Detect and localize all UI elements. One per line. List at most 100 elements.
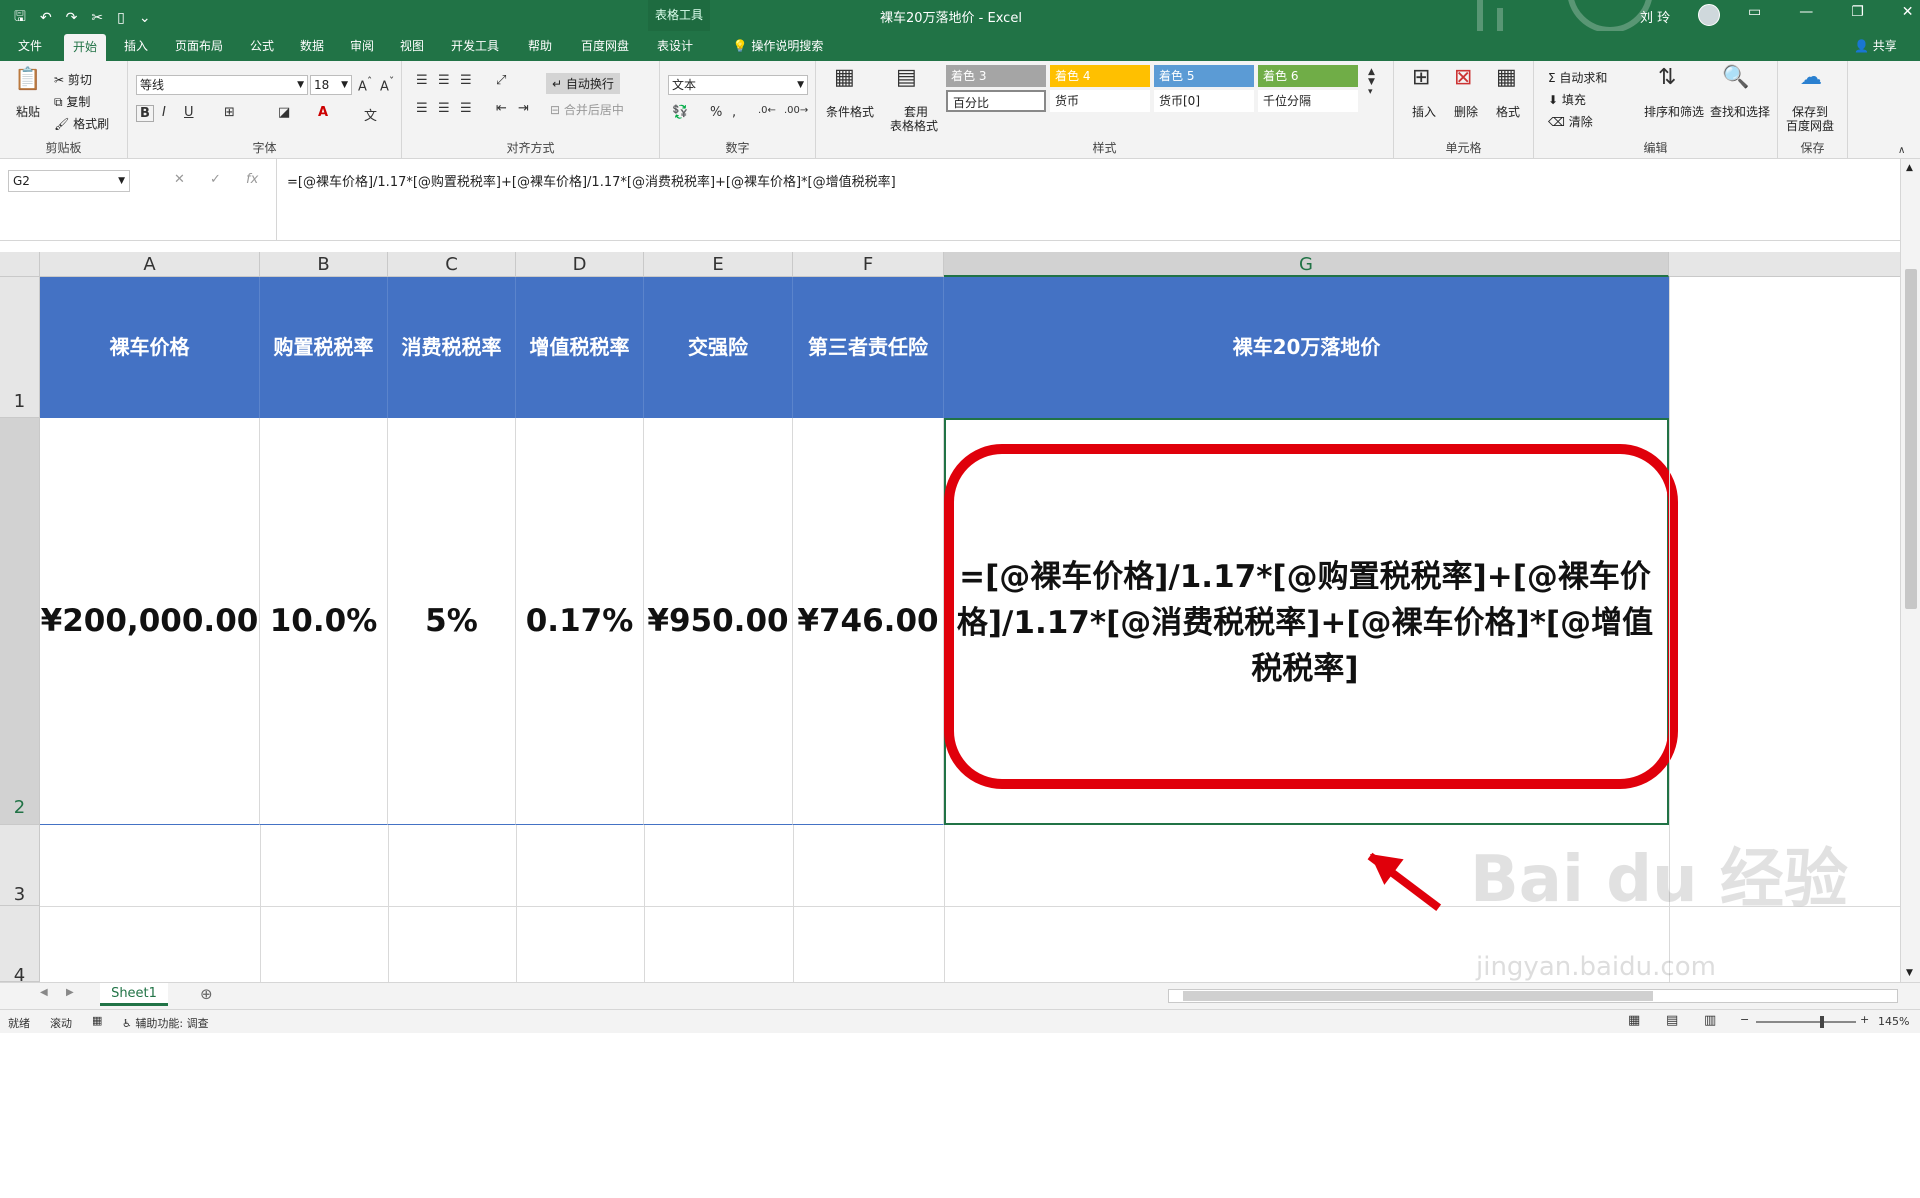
find-select-icon[interactable]: 🔍	[1722, 65, 1749, 90]
prev-sheet-icon[interactable]: ◀	[40, 987, 48, 998]
table-header-cell[interactable]: 交强险	[644, 277, 793, 418]
comma-icon[interactable]: ,	[732, 105, 736, 120]
decrease-indent-icon[interactable]: ⇤	[496, 101, 507, 116]
table-header-cell[interactable]: 消费税税率	[388, 277, 516, 418]
italic-icon[interactable]: I	[162, 105, 166, 120]
ribbon-display-icon[interactable]: ▭	[1748, 4, 1761, 20]
table-cell[interactable]: ¥950.00	[644, 418, 793, 825]
new-file-icon[interactable]: ▯	[117, 10, 125, 26]
table-header-cell[interactable]: 增值税税率	[516, 277, 644, 418]
style-currency[interactable]: 货币	[1050, 90, 1150, 112]
style-accent-3[interactable]: 着色 3	[946, 65, 1046, 87]
insert-button[interactable]: 插入	[1412, 103, 1436, 120]
tab-data[interactable]: 数据	[294, 31, 330, 61]
format-button[interactable]: 格式	[1496, 103, 1520, 120]
user-name[interactable]: 刘 玲	[1640, 7, 1670, 26]
zoom-slider[interactable]	[1756, 1021, 1856, 1023]
format-cells-icon[interactable]: ▦	[1496, 65, 1517, 90]
styles-scroll-icon[interactable]: ▲ ▼ ▾	[1368, 67, 1375, 97]
zoom-level[interactable]: 145%	[1878, 1015, 1909, 1028]
tab-review[interactable]: 审阅	[344, 31, 380, 61]
increase-font-icon[interactable]: Aˆ	[358, 75, 372, 94]
align-left-icon[interactable]: ☰	[416, 101, 428, 116]
font-color-icon[interactable]: A	[318, 105, 328, 120]
cloud-icon[interactable]: ☁	[1800, 65, 1822, 90]
underline-icon[interactable]: U	[184, 105, 194, 120]
cut-button[interactable]: ✂ 剪切	[54, 71, 92, 88]
tab-developer[interactable]: 开发工具	[444, 31, 506, 61]
col-header-e[interactable]: E	[644, 252, 793, 277]
enter-icon[interactable]: ✓	[210, 172, 221, 187]
col-header-c[interactable]: C	[388, 252, 516, 277]
customize-qat-icon[interactable]: ⌄	[139, 10, 151, 26]
add-sheet-icon[interactable]: ⊕	[200, 985, 213, 1003]
col-header-b[interactable]: B	[260, 252, 388, 277]
table-header-cell[interactable]: 裸车20万落地价	[944, 277, 1669, 418]
paste-button[interactable]: 粘贴	[16, 103, 40, 120]
style-accent-5[interactable]: 着色 5	[1154, 65, 1254, 87]
normal-view-icon[interactable]: ▦	[1628, 1013, 1640, 1028]
bold-icon[interactable]: B	[136, 105, 154, 122]
align-middle-icon[interactable]: ☰	[438, 73, 450, 88]
table-format-button-line2[interactable]: 表格格式	[890, 117, 938, 134]
formula-input[interactable]: =[@裸车价格]/1.17*[@购置税税率]+[@裸车价格]/1.17*[@消费…	[276, 159, 1902, 241]
zoom-slider-thumb[interactable]	[1820, 1016, 1824, 1028]
save-icon[interactable]: 🖫	[14, 6, 26, 30]
font-size-select[interactable]: 18 ▼	[310, 75, 352, 95]
close-icon[interactable]: ✕	[1902, 4, 1914, 20]
accessibility-status[interactable]: ♿ 辅助功能: 调查	[122, 1015, 209, 1031]
sort-filter-icon[interactable]: ⇅	[1658, 65, 1676, 90]
scroll-thumb[interactable]	[1905, 269, 1917, 609]
tab-insert[interactable]: 插入	[118, 31, 154, 61]
row-header-4[interactable]: 4	[0, 906, 40, 986]
next-sheet-icon[interactable]: ▶	[66, 987, 74, 998]
sheet-tab-sheet1[interactable]: Sheet1	[100, 983, 168, 1006]
name-box[interactable]: G2 ▼	[8, 170, 130, 192]
horizontal-scrollbar[interactable]	[1168, 989, 1898, 1003]
number-format-select[interactable]: 文本 ▼	[668, 75, 808, 95]
sort-filter-button[interactable]: 排序和筛选	[1644, 103, 1704, 120]
wrap-text-button[interactable]: ↵ 自动换行	[546, 73, 620, 94]
style-accent-4[interactable]: 着色 4	[1050, 65, 1150, 87]
vertical-scrollbar[interactable]: ▲ ▼	[1900, 159, 1920, 982]
zoom-out-icon[interactable]: −	[1740, 1013, 1749, 1026]
page-break-view-icon[interactable]: ▥	[1704, 1013, 1716, 1028]
col-header-d[interactable]: D	[516, 252, 644, 277]
currency-icon[interactable]: 💱	[672, 105, 688, 120]
row-header-2[interactable]: 2	[0, 418, 40, 825]
tab-view[interactable]: 视图	[394, 31, 430, 61]
macro-record-icon[interactable]: ▦	[92, 1014, 102, 1027]
scroll-up-icon[interactable]: ▲	[1906, 163, 1913, 173]
tab-baidu-netdisk[interactable]: 百度网盘	[574, 31, 636, 61]
table-cell[interactable]: ¥200,000.00	[40, 418, 260, 825]
style-percent[interactable]: 百分比	[946, 90, 1046, 112]
scroll-down-icon[interactable]: ▼	[1906, 968, 1913, 978]
align-bottom-icon[interactable]: ☰	[460, 73, 472, 88]
decrease-font-icon[interactable]: Aˇ	[380, 75, 394, 94]
insert-cells-icon[interactable]: ⊞	[1412, 65, 1430, 90]
zoom-in-icon[interactable]: +	[1860, 1013, 1869, 1026]
find-select-button[interactable]: 查找和选择	[1710, 103, 1770, 120]
tab-table-design[interactable]: 表设计	[650, 31, 700, 61]
col-header-g[interactable]: G	[944, 252, 1669, 277]
copy-button[interactable]: ⧉ 复制	[54, 93, 90, 110]
col-header-a[interactable]: A	[40, 252, 260, 277]
merge-center-button[interactable]: ⊟ 合并后居中	[550, 101, 624, 118]
border-icon[interactable]: ⊞	[224, 105, 235, 120]
restore-icon[interactable]: ❐	[1851, 4, 1864, 20]
insert-function-icon[interactable]: fx	[246, 172, 258, 187]
undo-icon[interactable]: ↶	[40, 10, 52, 26]
orientation-icon[interactable]: ⤢	[496, 73, 506, 88]
phonetic-icon[interactable]: 文	[364, 105, 377, 124]
select-all-corner[interactable]	[0, 252, 40, 277]
table-cell[interactable]: ¥746.00	[793, 418, 944, 825]
row-header-3[interactable]: 3	[0, 825, 40, 906]
tab-home[interactable]: 开始	[64, 34, 106, 61]
tab-file[interactable]: 文件	[10, 31, 50, 61]
increase-decimal-icon[interactable]: .0←	[758, 105, 776, 116]
delete-button[interactable]: 删除	[1454, 103, 1478, 120]
cancel-icon[interactable]: ✕	[174, 172, 185, 187]
table-header-cell[interactable]: 第三者责任险	[793, 277, 944, 418]
align-right-icon[interactable]: ☰	[460, 101, 472, 116]
paste-icon[interactable]: 📋	[14, 67, 41, 92]
